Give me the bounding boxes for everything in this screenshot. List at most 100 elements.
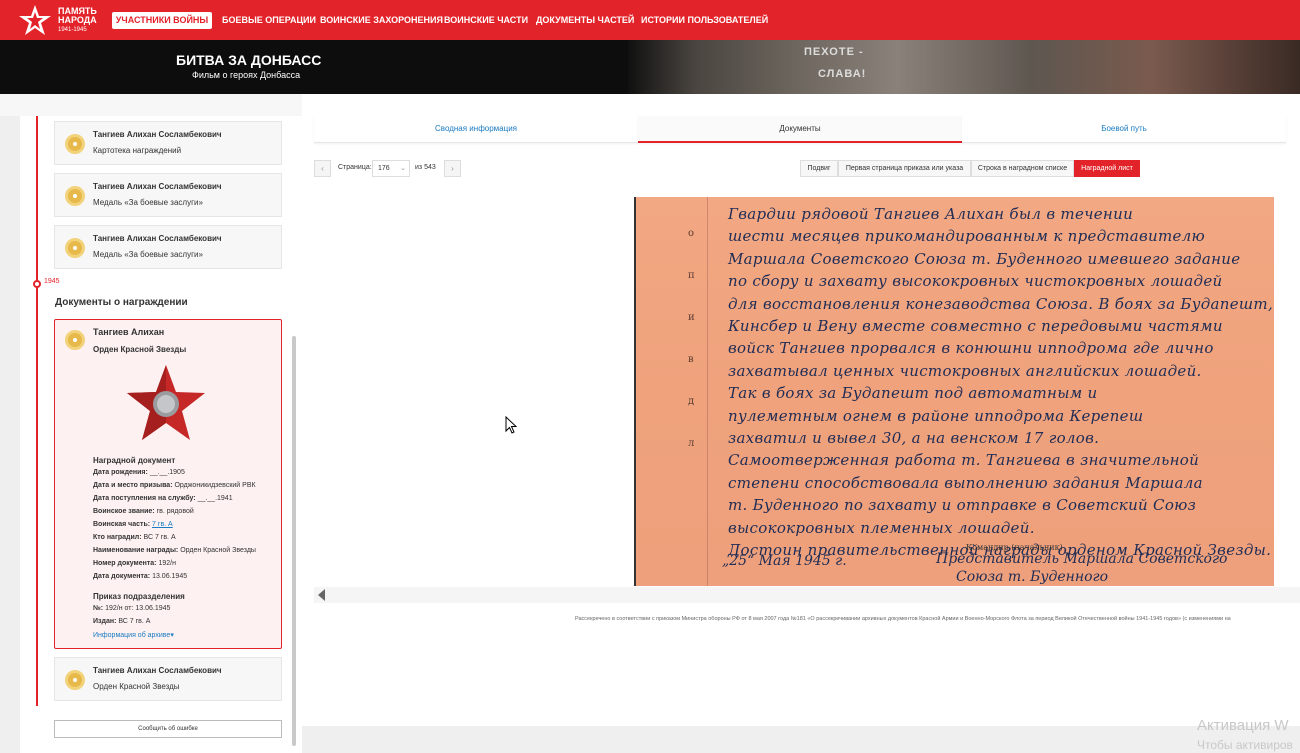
margin-letter: о [688,228,695,239]
next-page-button[interactable]: › [444,160,461,177]
medal-icon [65,670,85,690]
page-select[interactable]: 176 ⌄ [372,160,410,177]
nav-operations[interactable]: БОЕВЫЕ ОПЕРАЦИИ [222,12,316,29]
award-type: Орден Красной Звезды [93,345,187,354]
archive-info-link[interactable]: Информация об архиве▾ [93,631,174,639]
nav-unit-documents[interactable]: ДОКУМЕНТЫ ЧАСТЕЙ [536,12,634,29]
field-value: 192/н [158,560,176,567]
award-card[interactable]: Тангиев Алихан Сосламбекович Медаль «За … [54,173,282,217]
field-value: Орджоникидзевский РВК [174,482,256,489]
award-type: Медаль «За боевые заслуги» [93,198,203,207]
timeline-year-dot [33,280,41,288]
field-label: Издан: [93,618,117,625]
medal-icon [65,330,85,350]
margin-letter: д [688,396,695,407]
field-value: __.__.1941 [197,495,233,502]
field-value: ВС 7 гв. А [118,618,151,625]
view-award-list-row-button[interactable]: Строка в наградном списке [971,160,1074,177]
nav-participants[interactable]: УЧАСТНИКИ ВОЙНЫ [112,12,212,29]
handwritten-line: для восстановления конезаводства Союза. … [728,294,1274,313]
field-value: Орден Красной Звезды [180,547,256,554]
handwritten-line: Маршала Советского Союза т. Буденного им… [728,249,1241,268]
banner-image: ПЕХОТЕ - СЛАВА! [628,40,1300,94]
view-award-sheet-button[interactable]: Наградной лист [1074,160,1140,177]
chevron-down-icon: ⌄ [400,165,406,172]
view-feat-button[interactable]: Подвиг [800,160,838,177]
margin-letters: о п и в д л [688,213,695,465]
margin-letter: и [688,312,695,323]
logo-years: 1941-1945 [58,27,87,33]
field-value: 13.06.1945 [152,573,188,580]
doc-heading: Наградной документ [93,456,176,465]
signature-date: „25“ Мая 1945 г. [722,553,847,569]
award-person-name: Тангиев Алихан Сосламбекович [93,666,222,675]
handwritten-line: степени способствовала выполнению задани… [728,473,1203,492]
award-card[interactable]: Тангиев Алихан Сосламбекович Картотека н… [54,121,282,165]
award-person-name: Тангиев Алихан Сосламбекович [93,234,222,243]
margin-letter: п [688,270,695,281]
field-birth-date: Дата рождения: __.__.1905 [93,469,185,476]
scroll-left-arrow-icon[interactable] [318,589,325,601]
star-logo-icon [19,5,51,35]
windows-activation-watermark-sub: Чтобы активиров [1197,738,1293,752]
view-order-first-page-button[interactable]: Первая страница приказа или указа [838,160,971,177]
field-doc-date: Дата документа: 13.06.1945 [93,573,187,580]
award-card[interactable]: Тангиев Алихан Сосламбекович Медаль «За … [54,225,282,269]
nav-user-stories[interactable]: ИСТОРИИ ПОЛЬЗОВАТЕЛЕЙ [641,12,768,29]
handwritten-line: пулеметным огнем в районе ипподрома Кере… [728,406,1144,425]
handwritten-text: Гвардии рядовой Тангиев Алихан был в теч… [728,203,1273,562]
field-label: Кто наградил: [93,534,142,541]
field-value: ВС 7 гв. А [143,534,176,541]
windows-activation-watermark: Активация W [1197,717,1289,734]
field-service-start: Дата поступления на службу: __.__.1941 [93,495,233,502]
handwritten-line: захватывал ценных чистокровных английски… [728,361,1202,380]
field-value: 192/н от: 13.06.1945 [105,605,171,612]
field-label: Наименование награды: [93,547,179,554]
handwritten-line: высококровных племенных лошадей. [728,518,1035,537]
page-number: 176 [378,165,390,172]
sidebar-scrollbar[interactable] [292,336,296,746]
handwritten-line: т. Буденного по захвату и отправке в Сов… [728,496,1197,515]
nav-burials[interactable]: ВОИНСКИЕ ЗАХОРОНЕНИЯ [320,12,443,29]
page-total: из 543 [415,164,436,171]
handwritten-line: захватил и вывел 30, а на венском 17 гол… [728,429,1100,448]
handwritten-line: Так в боях за Будапешт под автоматным и [728,384,1098,403]
chevron-down-icon: ▾ [170,632,174,639]
awards-sidebar: Тангиев Алихан Сосламбекович Картотека н… [20,116,302,753]
margin-letter: л [688,438,695,449]
tab-combat-path[interactable]: Боевой путь [962,116,1286,143]
signature-line: Союза т. Буденного [956,569,1109,585]
banner-image-word: ПЕХОТЕ - [804,46,864,58]
field-label: Дата и место призыва: [93,482,173,489]
award-person-name: Тангиев Алихан Сосламбекович [93,130,222,139]
prev-page-button[interactable]: ‹ [314,160,331,177]
handwritten-line: Самоотверженная работа т. Тангиева в зна… [728,451,1200,470]
promo-banner[interactable]: БИТВА ЗА ДОНБАСС Фильм о героях Донбасса… [0,40,1300,94]
field-value: гв. рядовой [156,508,194,515]
award-sheet-scan[interactable]: о п и в д л Гвардии рядовой Тангиев Алих… [634,197,1274,586]
field-doc-number: Номер документа: 192/н [93,560,176,567]
medal-icon [65,134,85,154]
handwritten-line: Кинсбер и Вену вместе совместно с передо… [728,317,1223,336]
site-logo[interactable]: ПАМЯТЬ НАРОДА 1941-1945 [18,4,97,37]
field-label: Дата документа: [93,573,151,580]
tab-documents[interactable]: Документы [638,116,962,143]
handwritten-line: шести месяцев прикомандированным к предс… [728,227,1206,246]
award-card[interactable]: Тангиев Алихан Сосламбекович Орден Красн… [54,657,282,701]
medal-icon [65,186,85,206]
field-label: Воинская часть: [93,521,151,528]
tab-bar: Сводная информация Документы Боевой путь [314,116,1286,143]
field-label: №: [93,605,104,612]
declassification-note: Рассекречено в соответствии с приказом М… [575,616,1231,622]
nav-units[interactable]: ВОИНСКИЕ ЧАСТИ [444,12,528,29]
field-order-number: №: 192/н от: 13.06.1945 [93,605,170,612]
document-horizontal-scrollbar[interactable] [314,587,1300,603]
tab-summary[interactable]: Сводная информация [314,116,638,143]
report-error-button[interactable]: Сообщить об ошибке [54,720,282,738]
handwritten-line: по сбору и захвату высококровных чистокр… [728,272,1223,291]
handwritten-line: войск Тангиев прорвался в конюшни ипподр… [728,339,1214,358]
unit-link[interactable]: 7 гв. А [152,521,173,528]
logo-line2: НАРОДА [58,15,97,25]
field-rank: Воинское звание: гв. рядовой [93,508,194,515]
selected-award-card[interactable]: Тангиев Алихан Орден Красной Звезды Нагр… [54,319,282,649]
